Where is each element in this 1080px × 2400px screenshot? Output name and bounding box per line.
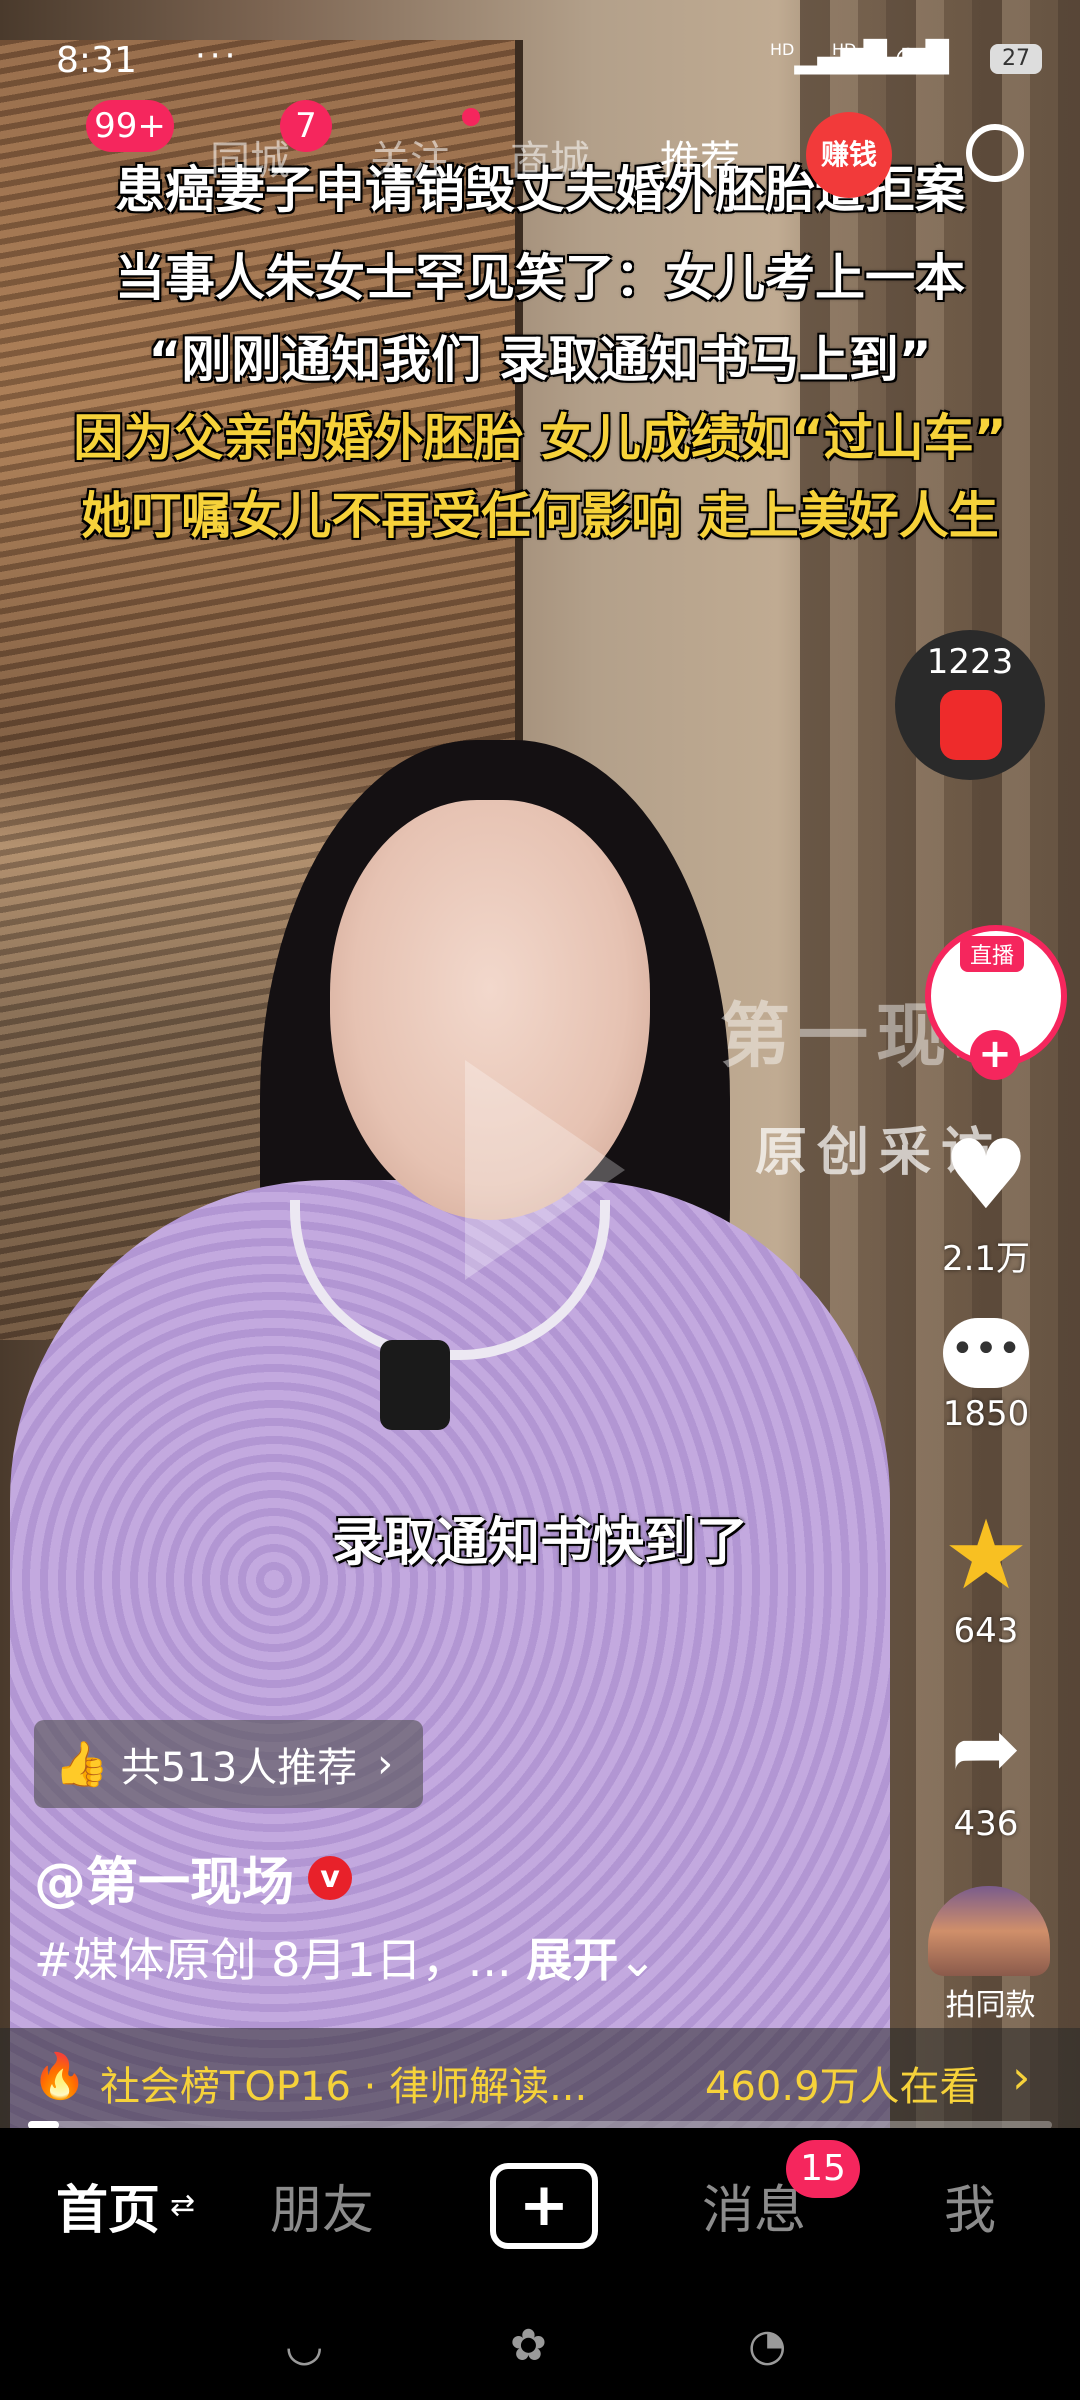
follow-plus-icon[interactable]: + [970, 1030, 1020, 1080]
share-count: 436 [953, 1804, 1019, 1844]
like-button[interactable]: ♥ 2.1万 [916, 1125, 1056, 1280]
search-icon[interactable] [966, 124, 1024, 182]
tab-recommend[interactable]: 推荐 [660, 128, 740, 186]
headline-line-3: “刚刚通知我们 录取通知书马上到” [148, 331, 932, 389]
swap-icon: ⇄ [170, 2188, 196, 2223]
same-style-thumbnail [928, 1886, 1050, 1976]
headline-line-5: 她叮嘱女儿不再受任何影响 走上美好人生 [81, 487, 999, 545]
share-button[interactable]: ➦ 436 [916, 1698, 1056, 1844]
headline-line-4: 因为父亲的婚外胚胎 女儿成绩如“过山车” [73, 409, 1007, 467]
hot-topic-bar[interactable]: 🔥 社会榜TOP16 · 律师解读... 460.9万人在看 › [0, 2028, 1080, 2128]
tab-badge: 7 [280, 100, 332, 152]
comment-button[interactable]: ••• 1850 [916, 1318, 1056, 1434]
play-icon[interactable] [465, 1060, 625, 1280]
hot-topic-text: 社会榜TOP16 · 律师解读... [100, 2064, 588, 2110]
tab-mall[interactable]: 商城 [510, 128, 590, 186]
menu-badge[interactable]: 99+ [86, 100, 174, 152]
chevron-right-icon: › [377, 1741, 394, 1787]
video-caption: 录取通知书快到了 [331, 1513, 748, 1573]
messages-badge: 15 [786, 2140, 860, 2198]
status-time: 8:31 [56, 40, 137, 81]
comment-icon: ••• [943, 1318, 1029, 1388]
live-tag: 直播 [960, 936, 1025, 972]
coin-count: 1223 [926, 642, 1014, 682]
tab-home[interactable]: 首页 [56, 2168, 160, 2243]
tab-friends[interactable]: 朋友 [270, 2168, 374, 2243]
chevron-down-icon: ⌄ [618, 1933, 657, 1987]
favorite-count: 643 [953, 1611, 1019, 1651]
chevron-right-icon: › [1012, 2050, 1031, 2104]
tab-following[interactable]: 关注 [370, 128, 450, 186]
same-style-label: 拍同款 [945, 1988, 1036, 2023]
same-style-button[interactable]: 拍同款 [928, 1886, 1053, 2024]
tab-same-city[interactable]: 同城 [210, 128, 290, 186]
notice-dot [462, 108, 480, 126]
like-count: 2.1万 [941, 1239, 1031, 1279]
recommend-pill[interactable]: 👍 共513人推荐 › [34, 1720, 424, 1808]
status-bar: 8:31 ··· HD▂▄▆█ HD▂▄▆█ ◠ 27 [0, 0, 1080, 120]
tab-me[interactable]: 我 [944, 2168, 996, 2243]
verified-badge-icon: v [308, 1855, 353, 1900]
comment-count: 1850 [942, 1394, 1030, 1434]
lapel-mic [380, 1340, 450, 1430]
earn-button[interactable]: 赚钱 [806, 112, 892, 198]
thumbs-up-icon: 👍 [54, 1739, 109, 1790]
heart-icon: ♥ [942, 1119, 1030, 1231]
author-name[interactable]: @第一现场 v [34, 1840, 353, 1915]
coin-redpacket-button[interactable]: 1223 [895, 630, 1045, 780]
signal-icon-2: HD▂▄▆█ [832, 40, 949, 75]
create-button[interactable]: + [490, 2163, 598, 2249]
wifi-icon: ◠ [895, 40, 922, 75]
description-text: #媒体原创 8月1日，... [34, 1933, 527, 1987]
viewer-count: 460.9万人在看 [705, 2064, 980, 2110]
system-back-icon[interactable]: ◡ [285, 2320, 323, 2371]
system-home-icon[interactable]: ✿ [510, 2320, 547, 2371]
share-icon: ➦ [950, 1699, 1022, 1797]
author-handle: @第一现场 [34, 1853, 295, 1913]
system-recent-icon[interactable]: ◔ [748, 2320, 786, 2371]
battery-icon: 27 [990, 44, 1042, 74]
expand-link[interactable]: 展开 [526, 1933, 618, 1987]
recommend-count: 共513人推荐 [120, 1745, 358, 1791]
post-description: #媒体原创 8月1日，... 展开⌄ [34, 1924, 657, 1990]
headline-line-2: 当事人朱女士罕见笑了：女儿考上一本 [115, 249, 965, 307]
status-more: ··· [195, 36, 240, 76]
fire-icon: 🔥 [32, 2051, 87, 2102]
redpacket-icon [940, 690, 1002, 760]
